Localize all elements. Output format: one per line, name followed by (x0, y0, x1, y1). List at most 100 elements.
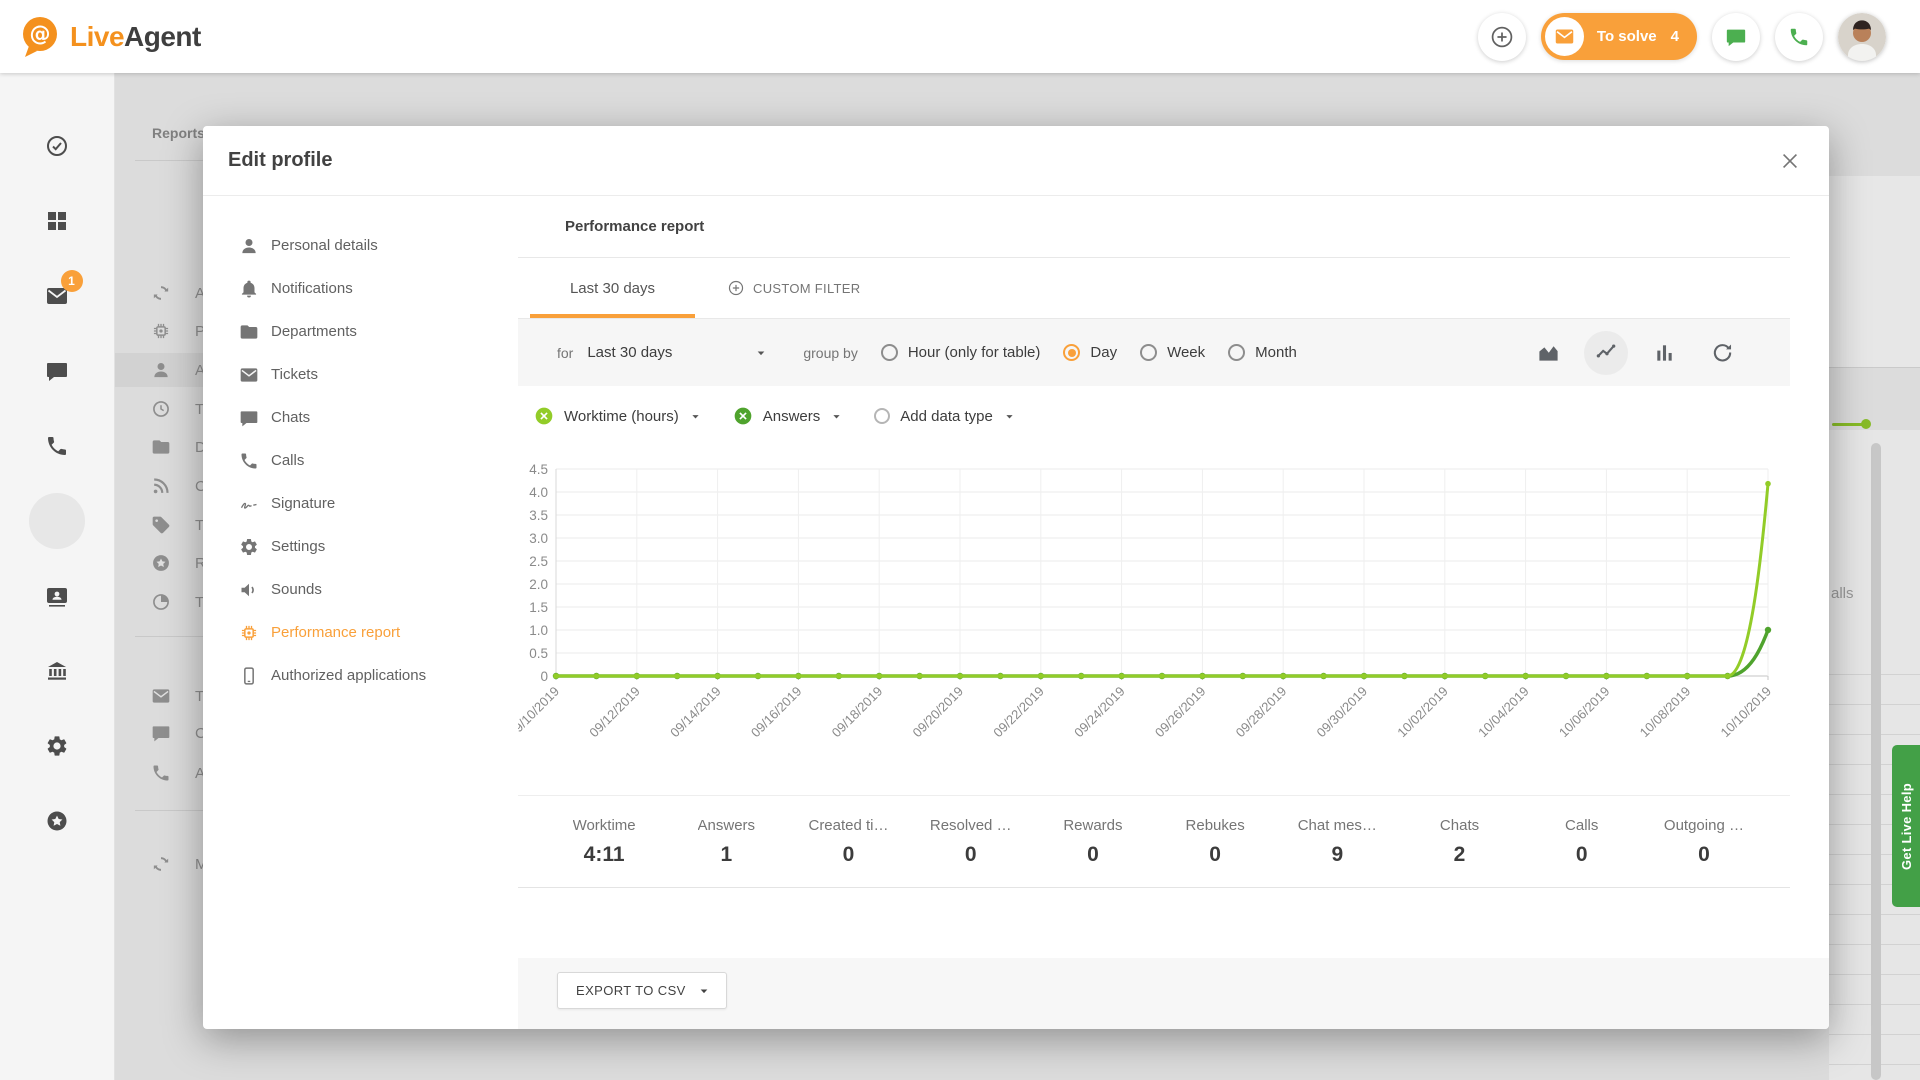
radio-hour-only-for-table-[interactable]: Hour (only for table) (881, 344, 1041, 361)
chats-header-button[interactable] (1712, 13, 1760, 61)
menu-item-settings[interactable]: Settings (203, 525, 518, 568)
chip-label: Worktime (hours) (564, 408, 679, 425)
sidebar-item-bank[interactable] (20, 633, 95, 708)
column-header-resolved-ticke[interactable]: ↑↓Resolved ticke (980, 1025, 1096, 1029)
panel-title: Performance report (565, 218, 704, 235)
performance-icon (239, 623, 259, 643)
line-chart-icon (1595, 341, 1618, 364)
column-header-date[interactable]: ↓Date (535, 1025, 629, 1029)
person-icon (239, 236, 259, 256)
tab-last-30-days[interactable]: Last 30 days (530, 258, 695, 318)
sidebar-item-gear[interactable] (20, 708, 95, 783)
stat-value: 0 (1698, 843, 1710, 867)
add-series-circle-icon (874, 408, 890, 424)
sidebar-item-chat[interactable] (20, 333, 95, 408)
modal-header: Edit profile (203, 126, 1829, 196)
stat-label: Calls (1565, 817, 1598, 834)
menu-item-notifications[interactable]: Notifications (203, 267, 518, 310)
stat-label: Resolved … (930, 817, 1012, 834)
refresh-view-button[interactable] (1700, 331, 1744, 375)
bar-chart-view-button[interactable] (1642, 331, 1686, 375)
sidebar-item-phone[interactable] (20, 408, 95, 483)
sidebar-item-sync[interactable] (20, 483, 95, 558)
column-header-outgoing-calls[interactable]: ↑↓Outgoing calls (1659, 1025, 1784, 1029)
sidebar-item-check-circle[interactable] (20, 108, 95, 183)
remove-series-icon[interactable] (733, 406, 753, 426)
sidebar-item-contact-card[interactable] (20, 558, 95, 633)
tab-custom-filter[interactable]: CUSTOM FILTER (713, 258, 874, 318)
calls-header-button[interactable] (1775, 13, 1823, 61)
performance-chart: 00.51.01.52.02.53.03.54.04.509/10/201909… (518, 455, 1790, 770)
menu-item-chats[interactable]: Chats (203, 396, 518, 439)
stat-label: Chat mes… (1298, 817, 1377, 834)
menu-item-label: Notifications (271, 280, 353, 297)
caret-down-icon[interactable] (829, 409, 844, 424)
column-header-answers[interactable]: ↑↓Answers (743, 1025, 858, 1029)
column-header-chats[interactable]: ↑↓Chats (1435, 1025, 1542, 1029)
radio-week[interactable]: Week (1140, 344, 1205, 361)
column-header-chat-message[interactable]: ↑↓Chat message (1311, 1025, 1435, 1029)
stat-label: Worktime (573, 817, 636, 834)
chip-worktime-hours-[interactable]: Worktime (hours) (534, 406, 703, 426)
column-header-rebukes[interactable]: ↑↓Rebukes (1201, 1025, 1311, 1029)
date-range-select[interactable]: Last 30 days (587, 344, 769, 361)
radio-icon (1140, 344, 1157, 361)
svg-text:09/24/2019: 09/24/2019 (1071, 684, 1128, 741)
menu-item-label: Departments (271, 323, 357, 340)
area-chart-view-button[interactable] (1526, 331, 1570, 375)
caret-down-icon (753, 345, 769, 361)
export-to-csv-button[interactable]: EXPORT TO CSV (557, 972, 727, 1009)
line-chart-view-button[interactable] (1584, 331, 1628, 375)
radio-label: Month (1255, 344, 1297, 361)
chip-label: Answers (763, 408, 821, 425)
remove-series-icon[interactable] (534, 406, 554, 426)
star-circle-icon (45, 809, 69, 833)
user-avatar[interactable] (1838, 13, 1886, 61)
close-icon[interactable] (1779, 150, 1801, 172)
menu-item-departments[interactable]: Departments (203, 310, 518, 353)
add-new-button[interactable] (1478, 13, 1526, 61)
menu-item-label: Tickets (271, 366, 318, 383)
menu-item-sounds[interactable]: Sounds (203, 568, 518, 611)
data-type-chips: Worktime (hours) Answers Add data type (518, 386, 1790, 446)
menu-item-label: Performance report (271, 624, 400, 641)
menu-item-tickets[interactable]: Tickets (203, 353, 518, 396)
gear-icon (45, 734, 69, 758)
svg-text:09/28/2019: 09/28/2019 (1233, 684, 1290, 741)
menu-item-authorized-applications[interactable]: Authorized applications (203, 654, 518, 697)
column-header-created-ticket[interactable]: ↑↓Created ticket (858, 1025, 980, 1029)
caret-down-icon[interactable] (688, 409, 703, 424)
bar-chart-icon (1653, 341, 1676, 364)
bell-icon (239, 279, 259, 299)
chip-answers[interactable]: Answers (733, 406, 845, 426)
envelope-circle (1545, 17, 1584, 56)
column-header-worktime[interactable]: ↑↓Worktime (629, 1025, 743, 1029)
svg-text:09/12/2019: 09/12/2019 (586, 684, 643, 741)
stat-label: Rebukes (1186, 817, 1245, 834)
menu-item-personal-details[interactable]: Personal details (203, 224, 518, 267)
chat-icon (239, 408, 259, 428)
radio-month[interactable]: Month (1228, 344, 1297, 361)
page-scrollbar[interactable] (1871, 443, 1881, 1080)
sidebar-item-dashboard[interactable] (20, 183, 95, 258)
menu-item-performance-report[interactable]: Performance report (203, 611, 518, 654)
check-circle-icon (45, 134, 69, 158)
sidebar-item-star-circle[interactable] (20, 783, 95, 858)
plus-circle-icon (1489, 24, 1515, 50)
liveagent-logo[interactable]: @ LiveAgent (16, 12, 201, 62)
radio-day[interactable]: Day (1063, 344, 1117, 361)
stat-value: 0 (965, 843, 977, 867)
caret-down-icon[interactable] (1002, 409, 1017, 424)
get-live-help-button[interactable]: Get Live Help (1892, 745, 1920, 907)
group-by-label: group by (803, 345, 857, 361)
to-solve-button[interactable]: To solve 4 (1541, 13, 1697, 60)
menu-item-signature[interactable]: Signature (203, 482, 518, 525)
menu-item-calls[interactable]: Calls (203, 439, 518, 482)
column-header-rewards[interactable]: ↑↓Rewards (1096, 1025, 1201, 1029)
radio-selected-icon (1063, 344, 1080, 361)
chip-add-data-type[interactable]: Add data type (874, 408, 1017, 425)
svg-text:09/20/2019: 09/20/2019 (909, 684, 966, 741)
filter-bar: for Last 30 days group by Hour (only for… (518, 319, 1790, 386)
column-header-calls[interactable]: ↑↓Calls (1542, 1025, 1659, 1029)
sidebar-item-mail[interactable]: 1 (20, 258, 95, 333)
